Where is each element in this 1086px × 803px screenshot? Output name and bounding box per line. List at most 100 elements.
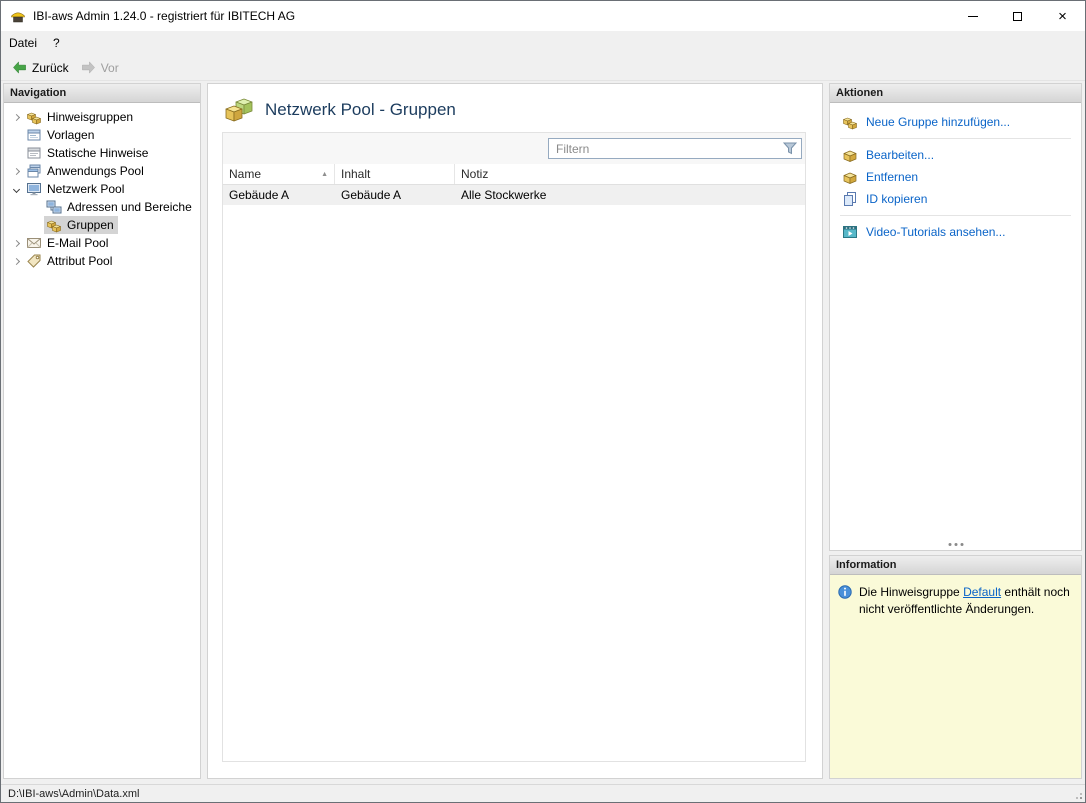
action-label: Video-Tutorials ansehen... [866,225,1006,239]
information-message: Die Hinweisgruppe Default enthält noch n… [859,584,1073,618]
table-row[interactable]: Gebäude A Gebäude A Alle Stockwerke [223,185,805,205]
title-bar: IBI-aws Admin 1.24.0 - registriert für I… [1,1,1085,31]
network-pool-icon [27,183,41,196]
remove-group-action[interactable]: Entfernen [830,166,1081,188]
table-header-row: Name ▲ Inhalt Notiz [223,164,805,185]
sidebar-item-label: Netzwerk Pool [47,182,125,196]
main-panel: Netzwerk Pool - Gruppen Name ▲ [207,83,823,779]
sidebar-item-statische-hinweise[interactable]: Statische Hinweise [4,144,200,162]
cell-inhalt: Gebäude A [341,188,402,202]
app-icon [11,12,25,23]
information-body: Die Hinweisgruppe Default enthält noch n… [830,575,1081,778]
sidebar-item-gruppen[interactable]: Gruppen [4,216,200,234]
video-tutorials-icon [843,226,857,238]
forward-button[interactable]: Vor [75,58,125,77]
netzwerk-pool-gruppen-icon [225,98,253,122]
notice-groups-icon [27,112,41,125]
sidebar-item-label: Statische Hinweise [47,146,149,160]
action-label: Neue Gruppe hinzufügen... [866,115,1011,129]
status-bar: D:\IBI-aws\Admin\Data.xml [1,784,1085,802]
actions-panel: Aktionen Neue Gruppe hinzufügen... Bearb… [829,83,1082,551]
chevron-right-icon[interactable] [8,257,24,265]
video-tutorials-action[interactable]: Video-Tutorials ansehen... [830,221,1081,243]
add-group-action[interactable]: Neue Gruppe hinzufügen... [830,111,1081,133]
sort-ascending-icon: ▲ [321,170,328,178]
column-header-name[interactable]: Name ▲ [223,164,335,184]
toolbar: Zurück Vor [1,55,1085,81]
cell-notiz: Alle Stockwerke [461,188,547,202]
filter-input[interactable] [549,139,801,158]
edit-group-icon [843,150,857,162]
back-button[interactable]: Zurück [6,58,75,77]
filter-box [548,138,802,159]
actions-separator [840,215,1071,216]
content-area: Navigation Hinweisgruppen Vorlagen Stati… [1,81,1085,784]
groups-table: Name ▲ Inhalt Notiz Gebäude A Gebäude A … [222,132,806,762]
sidebar-item-label: Adressen und Bereiche [67,200,192,214]
sidebar-item-label: Attribut Pool [47,254,113,268]
action-label: Entfernen [866,170,919,184]
window-title: IBI-aws Admin 1.24.0 - registriert für I… [33,9,296,23]
menu-help[interactable]: ? [45,31,68,55]
right-column: Aktionen Neue Gruppe hinzufügen... Bearb… [829,83,1082,779]
minimize-button[interactable] [950,1,995,31]
info-text-before: Die Hinweisgruppe [859,585,964,599]
column-header-inhalt[interactable]: Inhalt [335,164,455,184]
groups-icon [47,220,61,233]
filter-row [223,133,805,164]
main-header: Netzwerk Pool - Gruppen [208,84,822,132]
maximize-button[interactable] [995,1,1040,31]
forward-button-label: Vor [100,60,119,75]
sidebar-item-label: Vorlagen [47,128,95,142]
copy-id-action[interactable]: ID kopieren [830,188,1081,210]
column-header-label: Notiz [461,167,489,181]
sidebar-item-attribut-pool[interactable]: Attribut Pool [4,252,200,270]
info-icon [838,585,852,599]
navigation-panel: Navigation Hinweisgruppen Vorlagen Stati… [3,83,201,779]
back-button-label: Zurück [32,60,69,75]
application-pool-icon [27,164,41,178]
information-header: Information [830,556,1081,575]
window-resize-grip-icon[interactable] [1073,790,1083,800]
add-group-icon [843,117,857,130]
sidebar-item-netzwerk-pool[interactable]: Netzwerk Pool [4,180,200,198]
information-panel: Information Die Hinweisgruppe Default en… [829,555,1082,779]
chevron-right-icon[interactable] [8,239,24,247]
sidebar-item-label: Hinweisgruppen [47,110,134,124]
maximize-icon [1013,11,1022,21]
panel-resize-grip-icon[interactable] [954,543,957,546]
close-button[interactable]: × [1040,1,1085,31]
page-title: Netzwerk Pool - Gruppen [265,100,456,119]
email-pool-icon [27,238,41,248]
app-window: IBI-aws Admin 1.24.0 - registriert für I… [0,0,1086,803]
sidebar-item-hinweisgruppen[interactable]: Hinweisgruppen [4,108,200,126]
sidebar-item-label: Anwendungs Pool [47,164,144,178]
menu-datei[interactable]: Datei [1,31,45,55]
navigation-header: Navigation [4,84,200,103]
sidebar-item-label: Gruppen [67,218,114,232]
static-notices-icon [27,147,41,159]
status-file-path: D:\IBI-aws\Admin\Data.xml [8,787,140,800]
close-icon: × [1058,7,1067,25]
sidebar-item-email-pool[interactable]: E-Mail Pool [4,234,200,252]
column-header-label: Inhalt [341,167,371,181]
sidebar-item-label: E-Mail Pool [47,236,109,250]
cell-name: Gebäude A [229,188,290,202]
chevron-right-icon[interactable] [8,167,24,175]
actions-separator [840,138,1071,139]
back-arrow-icon [13,61,26,74]
forward-arrow-icon [81,61,95,74]
column-header-notiz[interactable]: Notiz [455,164,805,184]
edit-group-action[interactable]: Bearbeiten... [830,144,1081,166]
default-group-link[interactable]: Default [963,585,1001,599]
minimize-icon [967,15,978,17]
templates-icon [27,129,41,141]
filter-funnel-icon [783,142,797,155]
attribute-pool-icon [27,254,41,268]
sidebar-item-adressen-und-bereiche[interactable]: Adressen und Bereiche [4,198,200,216]
sidebar-item-anwendungs-pool[interactable]: Anwendungs Pool [4,162,200,180]
sidebar-item-vorlagen[interactable]: Vorlagen [4,126,200,144]
chevron-right-icon[interactable] [8,113,24,121]
navigation-tree: Hinweisgruppen Vorlagen Statische Hinwei… [4,103,200,778]
chevron-down-icon[interactable] [8,185,24,193]
